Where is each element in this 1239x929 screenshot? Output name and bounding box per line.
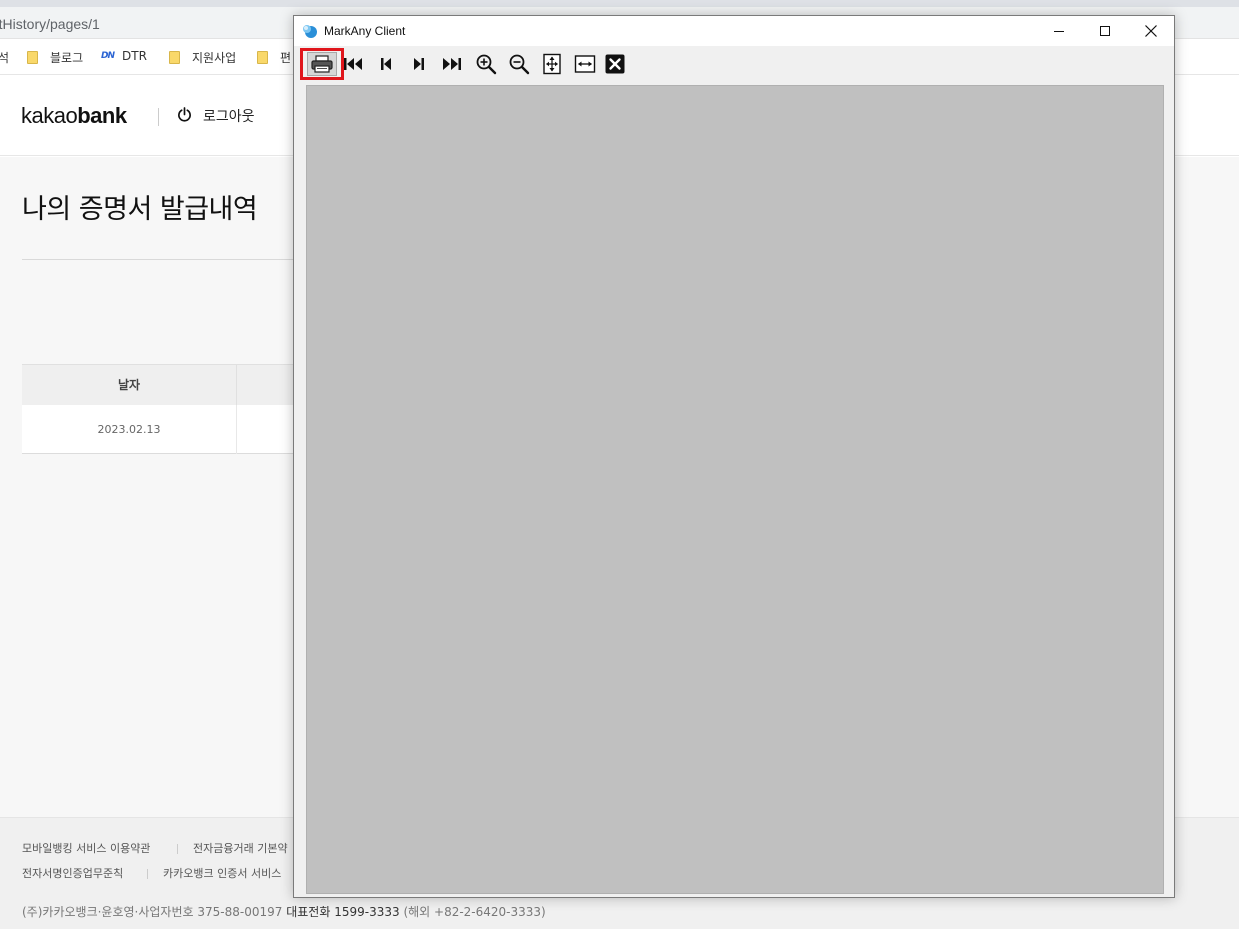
logout-link[interactable]: 로그아웃 [203,106,255,126]
close-window-button[interactable] [1128,16,1174,46]
last-page-button[interactable] [438,51,466,77]
folder-icon [169,51,180,64]
header-divider [158,108,159,126]
next-page-icon [414,58,424,70]
footer-link-esign[interactable]: 전자서명인증업무준칙 [22,865,123,881]
column-header-date: 날자 [22,365,237,406]
bookmark-label: 지원사업 [192,51,237,65]
zoom-in-button[interactable] [472,51,500,77]
close-viewer-button[interactable] [601,51,629,77]
cell-date: 2023.02.13 [22,405,237,454]
footer-separator [147,869,148,879]
bookmark-label: 석 [0,51,10,65]
kakaobank-logo[interactable]: kakaobank [21,103,127,129]
print-button-face [307,52,337,76]
maximize-button[interactable] [1082,16,1128,46]
zoom-in-icon [476,54,497,75]
bookmark-label: 블로그 [50,51,84,65]
footer-separator [177,844,178,854]
logo-text-bold: bank [77,103,127,128]
phone-number[interactable]: 대표전화 1599-3333 [286,905,399,919]
first-page-icon [344,58,362,70]
bookmark-item[interactable]: 석 [0,49,9,66]
footer-link-cert[interactable]: 카카오뱅크 인증서 서비스 [163,865,281,881]
markany-app-icon [303,25,317,38]
last-page-icon [443,58,461,70]
next-page-button[interactable] [405,51,433,77]
maximize-icon [1099,25,1110,36]
bookmark-dtr[interactable]: DN DTR [101,49,147,63]
url-text[interactable]: rtHistory/pages/1 [0,16,100,32]
table-row: 2023.02.13 [22,405,294,454]
minimize-icon [1053,30,1064,32]
zoom-out-icon [509,54,530,75]
first-page-button[interactable] [339,51,367,77]
browser-tab-strip [0,0,1239,7]
logo-text-light: kakao [21,103,78,128]
window-title: MarkAny Client [324,24,406,38]
overseas-phone: (해외 +82-2-6420-3333) [403,905,546,919]
footer-link-efinance[interactable]: 전자금융거래 기본약 [193,840,288,856]
close-viewer-icon [605,54,625,74]
footer-link-terms[interactable]: 모바일뱅킹 서비스 이용약관 [22,840,150,856]
folder-icon [257,51,268,64]
page-title: 나의 증명서 발급내역 [22,194,258,225]
print-button[interactable] [300,48,344,80]
print-icon [311,55,333,73]
company-text: (주)카카오뱅크·윤호영·사업자번호 375-88-00197 [22,905,283,919]
fit-width-icon [574,55,596,73]
markany-client-window: MarkAny Client [293,15,1175,898]
minimize-button[interactable] [1036,16,1082,46]
power-icon[interactable] [177,107,192,122]
document-viewport[interactable] [306,85,1164,894]
fit-width-button[interactable] [571,51,599,77]
prev-page-button[interactable] [372,51,400,77]
window-titlebar[interactable]: MarkAny Client [294,16,1174,46]
zoom-out-button[interactable] [505,51,533,77]
folder-icon [27,51,38,64]
dn-logo-icon: DN [101,51,115,61]
bookmark-blog[interactable]: 블로그 [27,49,83,66]
bookmark-support[interactable]: 지원사업 [169,49,236,66]
company-info: (주)카카오뱅크·윤호영·사업자번호 375-88-00197 대표전화 159… [22,903,546,920]
prev-page-icon [381,58,391,70]
viewer-toolbar [294,46,1174,82]
close-icon [1145,25,1157,37]
bookmark-label: DTR [122,49,147,63]
fit-page-icon [543,53,561,75]
fit-page-button[interactable] [538,51,566,77]
table-header: 날자 [22,364,294,406]
bookmark-item[interactable]: 편 [257,49,291,66]
title-divider [22,259,294,260]
bookmark-label: 편 [280,51,292,65]
